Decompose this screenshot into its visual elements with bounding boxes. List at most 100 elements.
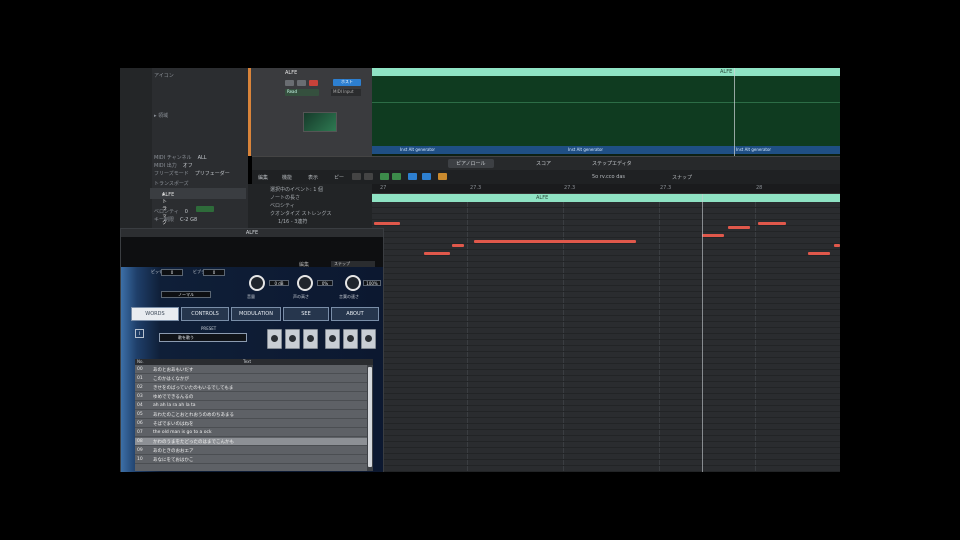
menu-more[interactable]: ピー (334, 174, 344, 181)
arrange-ruler[interactable]: ALFE (372, 68, 840, 76)
list-item[interactable]: 00 あのとおあもいだす (135, 366, 367, 374)
pointer-tool-button[interactable] (408, 173, 417, 180)
midi-note[interactable] (452, 244, 464, 247)
midi-out-button[interactable] (392, 173, 401, 180)
link-button[interactable] (364, 173, 373, 180)
tab-controls[interactable]: CONTROLS (181, 307, 229, 321)
midi-in-button[interactable] (380, 173, 389, 180)
host-badge[interactable]: ホスト (333, 79, 361, 86)
midi-note[interactable] (728, 226, 750, 229)
list-item[interactable]: 10 あなにをておはかこ (135, 456, 367, 464)
midi-input-select[interactable]: MIDI Input (331, 89, 361, 96)
word-list-scrollbar[interactable] (367, 365, 373, 471)
track-header[interactable]: ALFE ホスト Read MIDI Input (248, 68, 372, 156)
midi-note[interactable] (702, 234, 724, 237)
list-item[interactable]: 08 かわのうまをたどったのはまでこんかも (135, 438, 367, 446)
vibrato-value[interactable]: 0 (203, 269, 225, 276)
mute-button[interactable] (285, 80, 294, 86)
plugin-body: ピッチ ビブラート 0 0 ノーマル 0 dB 音量 0% 声の高さ 100% … (121, 267, 383, 472)
info-icon[interactable]: i (135, 329, 144, 338)
speed-knob[interactable] (345, 275, 361, 291)
list-item-text: あなにをておはかこ (153, 458, 194, 463)
column-no: No. (137, 359, 144, 364)
word-list: No. Text 00 あのとおあもいだす 01 このかはくなかが 02 きせをのばってい… (135, 359, 373, 471)
midi-note[interactable] (474, 240, 636, 243)
editor-info-panel: 選択中のイベント: 1 個 ノートの長さ ベロシティ クオンタイズ ストレングス… (248, 184, 372, 228)
volume-value[interactable]: 0 dB (269, 280, 289, 286)
editor-ruler[interactable]: 27 27.3 27.3 27.3 28 (372, 184, 840, 194)
region-title-bar[interactable]: ALFE (372, 194, 840, 202)
fx-button-1[interactable] (267, 329, 282, 349)
list-item[interactable]: 02 きせをのばっていたのもいるでしてもま (135, 384, 367, 392)
list-item-text: the old man is go to a ock (153, 430, 212, 435)
menu-view[interactable]: 表示 (308, 174, 318, 181)
list-item[interactable]: 01 このかはくなかが (135, 375, 367, 383)
pitch-knob[interactable] (297, 275, 313, 291)
list-item[interactable]: 05 あわたのことおとれおうのめのちあまる (135, 411, 367, 419)
midi-note[interactable] (374, 222, 400, 225)
score-tool-button[interactable] (438, 173, 447, 180)
fx-button-2[interactable] (285, 329, 300, 349)
list-item[interactable]: 04 ah ah la ra ah la ta (135, 402, 367, 410)
arrange-area[interactable]: ALFE Inst Alt generator Inst Alt generat… (372, 68, 840, 156)
preset-select[interactable]: 歌を歌う (159, 333, 247, 342)
tab-score[interactable]: スコア (528, 159, 559, 168)
record-button[interactable] (309, 80, 318, 86)
icon-toggle[interactable] (196, 206, 214, 212)
list-item[interactable]: 07 the old man is go to a ock (135, 429, 367, 437)
fx-button-6[interactable] (361, 329, 376, 349)
pitch-value[interactable]: 0 (161, 269, 183, 276)
region-footer: Inst Alt generator Inst Alt generator In… (372, 146, 840, 154)
midi-note[interactable] (424, 252, 450, 255)
inspector-strip (120, 68, 152, 228)
instrument-thumbnail[interactable] (303, 112, 337, 132)
list-item-text: ah ah la ra ah la ta (153, 403, 196, 408)
catch-button[interactable] (352, 173, 361, 180)
fx-button-5[interactable] (343, 329, 358, 349)
tab-modulation[interactable]: MODULATION (231, 307, 281, 321)
pencil-tool-button[interactable] (422, 173, 431, 180)
list-item-text: きせをのばっていたのもいるでしてもま (153, 386, 234, 391)
pitch-knob-value[interactable]: 0% (317, 280, 333, 286)
tab-about[interactable]: ABOUT (331, 307, 379, 321)
fx-button-4[interactable] (325, 329, 340, 349)
list-item-number: 09 (137, 448, 143, 453)
volume-knob[interactable] (249, 275, 265, 291)
tab-words[interactable]: WORDS (131, 307, 179, 321)
solo-button[interactable] (297, 80, 306, 86)
midi-region[interactable] (372, 76, 840, 148)
scrollbar-thumb[interactable] (368, 367, 372, 467)
region-notes (372, 102, 840, 103)
list-item-number: 02 (137, 385, 143, 390)
speed-value[interactable]: 100% (363, 280, 381, 286)
piano-roll-grid[interactable] (372, 202, 840, 472)
midi-note[interactable] (808, 252, 830, 255)
word-list-header: No. Text (135, 359, 373, 365)
tab-see[interactable]: SEE (283, 307, 329, 321)
plugin-title[interactable]: ALFE (121, 229, 383, 237)
fx-button-3[interactable] (303, 329, 318, 349)
arrange-playhead[interactable] (734, 68, 735, 156)
editor-playhead[interactable] (702, 194, 703, 472)
track-section-label: ▾ トラック ALFE (162, 192, 175, 226)
menu-edit[interactable]: 編集 (258, 174, 268, 181)
snap-menu[interactable]: スナップ (672, 174, 692, 181)
tab-piano-roll[interactable]: ピアノロール (448, 159, 494, 168)
inspector-row: フリーズモード プリフェーダー (154, 171, 230, 177)
tab-step-editor[interactable]: ステップエディタ (584, 159, 640, 168)
menu-function[interactable]: 機能 (282, 174, 292, 181)
editor-toolbar: 編集 機能 表示 ピー 5o rv.cco das スナップ (252, 170, 840, 184)
inspector-row: ベロシティ 0 (154, 209, 188, 215)
list-item[interactable]: 03 ゆめでできるんるの (135, 393, 367, 401)
mode-select[interactable]: ノーマル (161, 291, 211, 298)
midi-note[interactable] (758, 222, 786, 225)
ruler-tick: 27.3 (660, 185, 672, 191)
list-item[interactable]: 06 そばでまいのはねを (135, 420, 367, 428)
midi-note[interactable] (834, 244, 840, 247)
quantize-value[interactable]: 1/16 - 3連符 (278, 218, 307, 225)
list-item[interactable]: 09 あのときのおおエア (135, 447, 367, 455)
automation-mode[interactable]: Read (285, 89, 319, 96)
ruler-tick: 27 (380, 185, 387, 191)
region-section[interactable]: ▸ 領域 (154, 112, 168, 120)
track-section[interactable]: ▾ トラック ALFE (150, 188, 246, 226)
